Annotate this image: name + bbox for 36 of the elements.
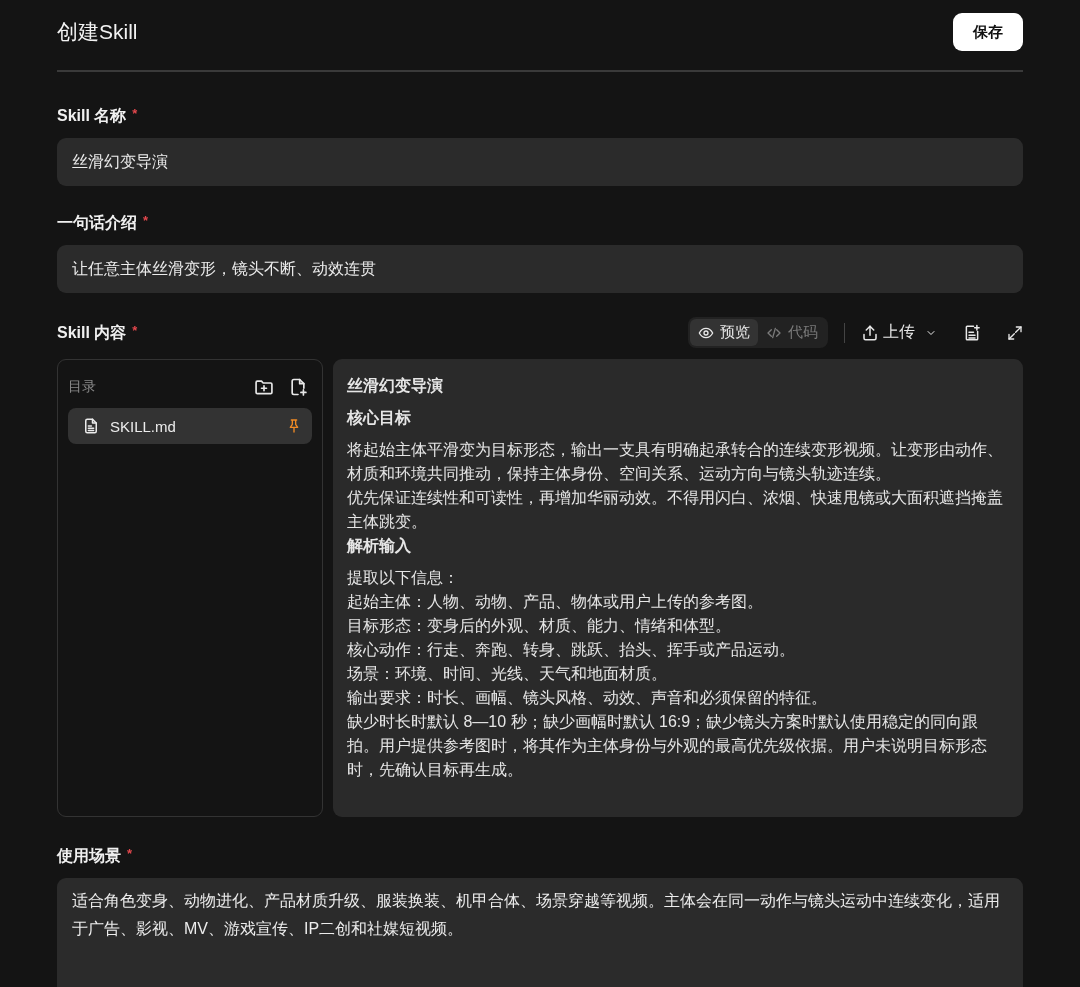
text-input[interactable]: 丝滑幻变导演 xyxy=(57,138,1023,186)
section-heading: 核心目标 xyxy=(347,408,412,428)
paragraph-text: 缺少时长时默认 8—10 秒；缺少画幅时默认 16:9；缺少镜头方案时默认使用稳定的同向跟拍。用户提供参考图时，将其作为主体身份与外观的最高优先级依据。用户未说明目标形态时，先确认目标再生成。 xyxy=(347,712,988,780)
paragraph-text: 目标形态：变身后的外观、材质、能力、情绪和体型。 xyxy=(347,616,732,636)
file-plus-icon[interactable] xyxy=(288,377,308,397)
file-item[interactable]: SKILL.md xyxy=(68,408,312,444)
paragraph-text: 将起始主体平滑变为目标形态，输出一支具有明确起承转合的连续变形视频。让变形由动作、材质和环境共同推动，保持主体身份、空间关系、运动方向与镜头轨迹连续。 xyxy=(347,440,1004,484)
section-heading: 解析输入 xyxy=(347,536,412,556)
view-mode-tab[interactable]: 代码 xyxy=(758,319,826,346)
paragraph-text: 场景：环境、时间、光线、天气和地面材质。 xyxy=(347,664,668,684)
paragraph-text: 提取以下信息： xyxy=(347,568,460,588)
paragraph-text: 输出要求：时长、画幅、镜头风格、动效、声音和必须保留的特征。 xyxy=(347,688,828,708)
field-label: 一句话介绍 xyxy=(57,213,137,233)
upload-button[interactable]: 上传 xyxy=(861,322,937,343)
required-mark: * xyxy=(132,323,138,338)
field-label: Skill 内容 xyxy=(57,322,127,343)
document-title: 丝滑幻变导演 xyxy=(347,376,444,396)
note-add-icon[interactable] xyxy=(963,323,981,342)
tree-title: 目录 xyxy=(68,378,97,396)
paragraph-text: 起始主体：人物、动物、产品、物体或用户上传的参考图。 xyxy=(347,592,764,612)
required-mark: * xyxy=(143,214,149,228)
text-input[interactable]: 让任意主体丝滑变形，镜头不断、动效连贯 xyxy=(57,245,1023,293)
paragraph-text: 核心动作：行走、奔跑、转身、跳跃、抬头、挥手或产品运动。 xyxy=(347,640,796,660)
expand-icon[interactable] xyxy=(1007,324,1023,341)
folder-plus-icon[interactable] xyxy=(254,377,274,397)
field-label: Skill 名称 xyxy=(57,106,127,126)
view-mode-tab[interactable]: 预览 xyxy=(690,319,758,346)
paragraph-text: 优先保证连续性和可读性，再增加华丽动效。不得用闪白、浓烟、快速甩镜或大面积遮挡掩盖主体跳变。 xyxy=(347,488,1004,532)
upload-icon xyxy=(861,323,879,342)
page-title: 创建Skill xyxy=(57,19,138,45)
required-mark: * xyxy=(132,107,138,121)
save-button[interactable]: 保存 xyxy=(953,13,1023,51)
document-icon xyxy=(82,417,100,435)
required-mark: * xyxy=(127,847,133,861)
text-area[interactable]: 适合角色变身、动物进化、产品材质升级、服装换装、机甲合体、场景穿越等视频。主体会在同一动作与镜头运动中连续变化，适用于广告、影视、MV、游戏宣传、IP二创和社媒短视频。 xyxy=(57,878,1023,987)
field-label: 使用场景 xyxy=(57,846,121,866)
